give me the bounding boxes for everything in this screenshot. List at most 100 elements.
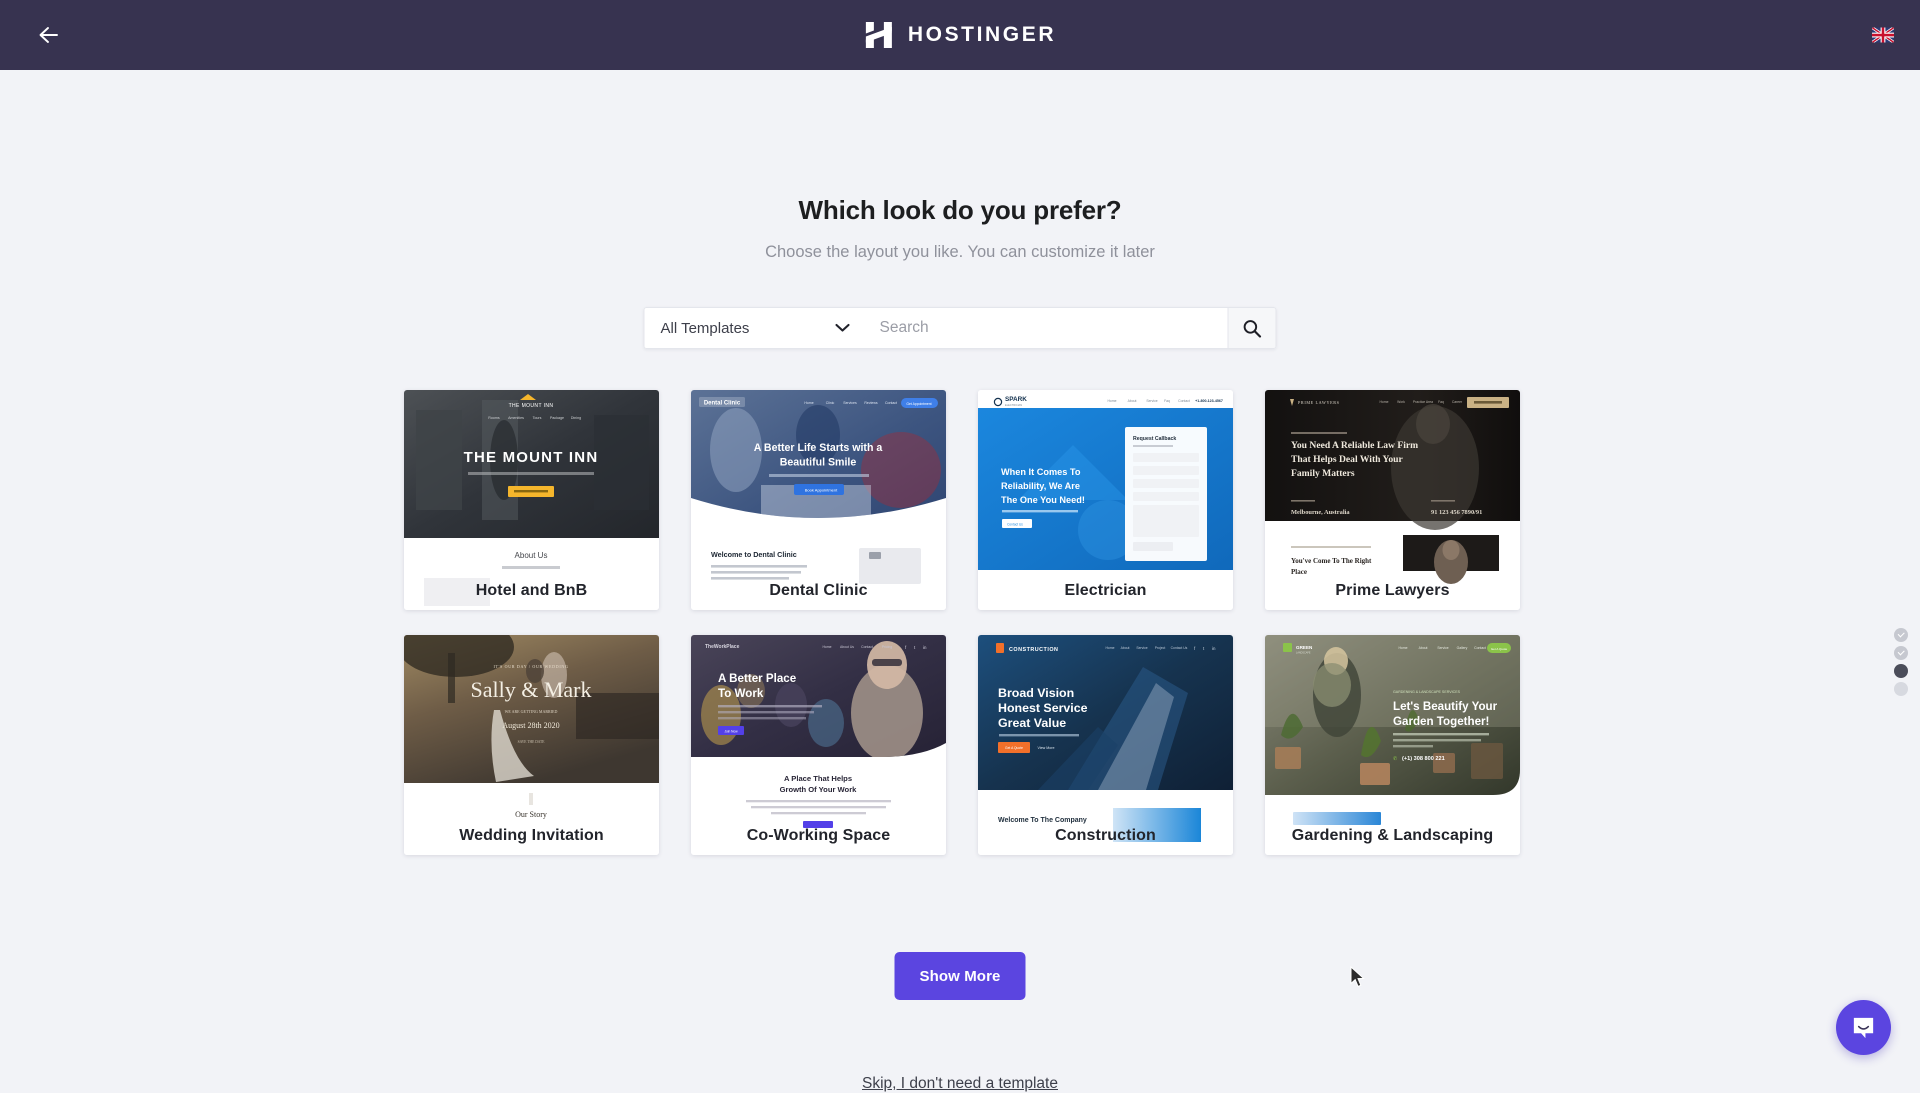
svg-text:GREEN: GREEN bbox=[1296, 645, 1313, 650]
template-card-co-working-space[interactable]: TheWorkPlace Home About Us Contact Pricing… bbox=[691, 635, 946, 855]
search-icon bbox=[1243, 319, 1262, 338]
svg-text:Reliability, We Are: Reliability, We Are bbox=[1001, 481, 1080, 491]
svg-text:Family Matters: Family Matters bbox=[1291, 468, 1355, 479]
chevron-down-icon bbox=[835, 323, 850, 332]
svg-text:Faq: Faq bbox=[1438, 400, 1444, 404]
brand-logo: HOSTINGER bbox=[864, 20, 1056, 50]
svg-text:Melbourne, Australia: Melbourne, Australia bbox=[1291, 509, 1350, 516]
svg-text:Garden Together!: Garden Together! bbox=[1393, 715, 1489, 728]
template-name: Hotel and BnB bbox=[475, 582, 588, 599]
top-navigation-bar: HOSTINGER bbox=[0, 0, 1920, 70]
template-card-electrician[interactable]: SPARK ELECTRICIAN Home About Service Faq Co… bbox=[978, 390, 1233, 610]
template-card-construction[interactable]: CONSTRUCTION Home About Service Project Con… bbox=[978, 635, 1233, 855]
svg-text:Home: Home bbox=[1379, 400, 1388, 404]
svg-text:About: About bbox=[1419, 646, 1428, 650]
svg-text:GARDENING & LANDSCAPE SERVICES: GARDENING & LANDSCAPE SERVICES bbox=[1393, 690, 1461, 694]
template-card-dental-clinic[interactable]: Dental Clinic Home Clinic Services Reviews… bbox=[691, 390, 946, 610]
back-button[interactable] bbox=[30, 15, 70, 55]
svg-text:About: About bbox=[1128, 399, 1137, 403]
search-button[interactable] bbox=[1227, 307, 1277, 349]
template-search-bar: All Templates bbox=[643, 307, 1277, 349]
progress-step-4[interactable] bbox=[1894, 682, 1908, 696]
svg-text:Dining: Dining bbox=[571, 416, 581, 420]
svg-text:You've Come To The Right: You've Come To The Right bbox=[1291, 557, 1372, 565]
template-name: Prime Lawyers bbox=[1335, 582, 1450, 599]
template-name: Gardening & Landscaping bbox=[1291, 827, 1494, 844]
chat-widget-button[interactable] bbox=[1836, 1000, 1891, 1055]
svg-text:Rooms: Rooms bbox=[488, 416, 500, 420]
template-name: Electrician bbox=[1064, 582, 1147, 599]
svg-text:+1-800-123-4567: +1-800-123-4567 bbox=[1195, 399, 1223, 403]
svg-text:August 28th 2020: August 28th 2020 bbox=[502, 721, 559, 730]
svg-text:Package: Package bbox=[550, 416, 564, 420]
svg-text:LANDSCAPE: LANDSCAPE bbox=[1296, 651, 1311, 654]
page-subtitle: Choose the layout you like. You can cust… bbox=[765, 243, 1155, 261]
svg-text:(+1) 308 800 221: (+1) 308 800 221 bbox=[1402, 756, 1445, 762]
show-more-button[interactable]: Show More bbox=[894, 952, 1026, 1000]
svg-text:The One You Need!: The One You Need! bbox=[1001, 495, 1085, 505]
svg-text:in: in bbox=[1212, 646, 1216, 651]
svg-text:in: in bbox=[923, 645, 927, 650]
svg-text:View More: View More bbox=[1038, 746, 1055, 750]
svg-text:CONSTRUCTION: CONSTRUCTION bbox=[1009, 647, 1058, 653]
svg-text:Faq: Faq bbox=[1164, 399, 1170, 403]
svg-text:Let's Beautify Your: Let's Beautify Your bbox=[1393, 700, 1498, 713]
svg-text:Contact: Contact bbox=[861, 645, 873, 649]
svg-text:Home: Home bbox=[804, 401, 813, 405]
svg-text:Pricing: Pricing bbox=[882, 645, 892, 649]
svg-text:Tours: Tours bbox=[533, 416, 542, 420]
svg-text:A Better Place: A Better Place bbox=[718, 672, 797, 685]
svg-text:IT'S OUR DAY / OUR WEDDING: IT'S OUR DAY / OUR WEDDING bbox=[493, 664, 568, 669]
svg-text:You Need A Reliable Law Firm: You Need A Reliable Law Firm bbox=[1291, 440, 1418, 451]
svg-text:Services: Services bbox=[843, 401, 857, 405]
arrow-left-icon bbox=[39, 27, 58, 43]
svg-text:Dental Clinic: Dental Clinic bbox=[704, 401, 741, 407]
svg-text:SPARK: SPARK bbox=[1005, 396, 1027, 403]
mouse-cursor bbox=[1350, 966, 1365, 988]
svg-text:A Better Life Starts with a: A Better Life Starts with a bbox=[754, 442, 883, 454]
svg-text:Home: Home bbox=[1105, 646, 1114, 650]
svg-text:PRIME LAWYERS: PRIME LAWYERS bbox=[1298, 400, 1340, 405]
hostinger-h-logo bbox=[865, 22, 892, 48]
page-content: Which look do you prefer? Choose the lay… bbox=[0, 70, 1920, 1092]
progress-step-1[interactable] bbox=[1894, 628, 1908, 642]
svg-text:Great Value: Great Value bbox=[998, 716, 1066, 730]
svg-text:About Us: About Us bbox=[515, 551, 548, 560]
svg-text:✆: ✆ bbox=[1393, 756, 1397, 762]
svg-text:Get Appointment: Get Appointment bbox=[906, 402, 931, 406]
svg-text:TheWorkPlace: TheWorkPlace bbox=[705, 644, 740, 650]
svg-text:Service: Service bbox=[1146, 399, 1157, 403]
svg-text:Clinic: Clinic bbox=[826, 401, 835, 405]
svg-text:Contact Us: Contact Us bbox=[1007, 523, 1023, 527]
search-input[interactable] bbox=[865, 307, 1228, 349]
svg-text:Contact Us: Contact Us bbox=[1171, 646, 1188, 650]
svg-text:To Work: To Work bbox=[718, 687, 764, 700]
template-card-prime-lawyers[interactable]: PRIME LAWYERS Home Work Practice Area Faq C… bbox=[1265, 390, 1520, 610]
progress-step-2[interactable] bbox=[1894, 646, 1908, 660]
svg-text:WE ARE GETTING MARRIED: WE ARE GETTING MARRIED bbox=[505, 709, 558, 714]
template-category-select[interactable]: All Templates bbox=[643, 307, 866, 349]
svg-text:When It Comes To: When It Comes To bbox=[1001, 467, 1081, 477]
template-name: Construction bbox=[1055, 827, 1156, 844]
svg-text:That Helps Deal With Your: That Helps Deal With Your bbox=[1291, 454, 1404, 465]
svg-text:Welcome to Dental Clinic: Welcome to Dental Clinic bbox=[711, 550, 797, 559]
uk-flag-icon[interactable] bbox=[1872, 27, 1894, 43]
svg-text:Growth Of Your Work: Growth Of Your Work bbox=[780, 785, 858, 794]
svg-text:About Us: About Us bbox=[840, 645, 854, 649]
template-name: Co-Working Space bbox=[746, 827, 891, 844]
progress-step-3[interactable] bbox=[1894, 664, 1908, 678]
svg-text:Sally & Mark: Sally & Mark bbox=[471, 677, 592, 702]
svg-text:Amenities: Amenities bbox=[508, 416, 524, 420]
template-card-hotel-and-bnb[interactable]: THE MOUNT INN Rooms Amenities Tours Packag… bbox=[404, 390, 659, 610]
chat-bubble-icon bbox=[1853, 1017, 1874, 1039]
template-card-gardening-and-landscaping[interactable]: GREEN LANDSCAPE Home About Service Gallery… bbox=[1265, 635, 1520, 855]
svg-text:Get A Quote: Get A Quote bbox=[1491, 647, 1508, 651]
skip-template-link[interactable]: Skip, I don't need a template bbox=[862, 1075, 1058, 1093]
template-name: Dental Clinic bbox=[769, 582, 868, 599]
svg-text:SAVE THE DATE: SAVE THE DATE bbox=[518, 740, 546, 744]
svg-text:Work: Work bbox=[1397, 400, 1405, 404]
svg-text:THE MOUNT INN: THE MOUNT INN bbox=[509, 403, 554, 409]
svg-text:Service: Service bbox=[1437, 646, 1448, 650]
svg-text:ELECTRICIAN: ELECTRICIAN bbox=[1005, 403, 1022, 407]
template-card-wedding-invitation[interactable]: IT'S OUR DAY / OUR WEDDING Sally & Mark … bbox=[404, 635, 659, 855]
